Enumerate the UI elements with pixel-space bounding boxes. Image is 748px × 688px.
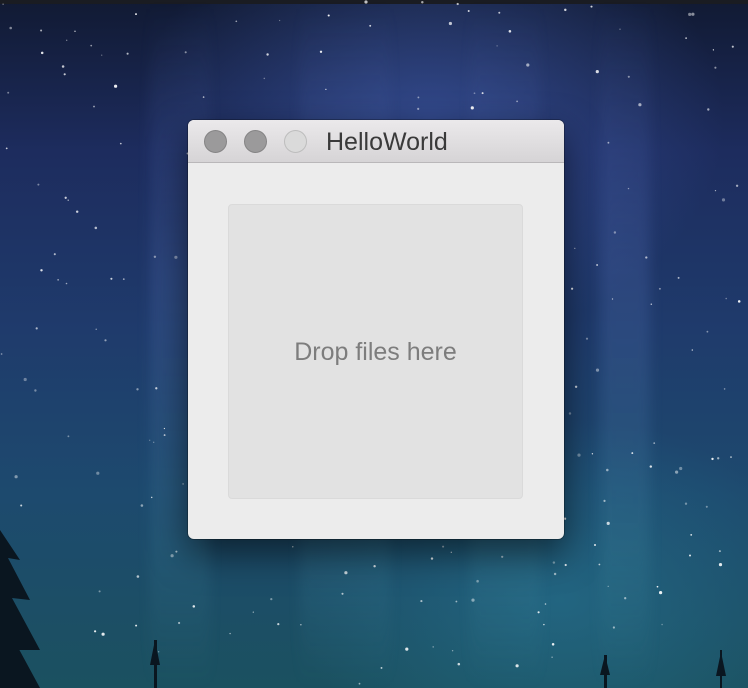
window-title: HelloWorld	[326, 128, 448, 156]
close-button[interactable]	[204, 130, 227, 153]
window-content: Drop files here	[188, 163, 564, 539]
title-bar[interactable]: HelloWorld	[188, 120, 564, 163]
desktop: HelloWorld Drop files here	[0, 0, 748, 688]
file-drop-zone[interactable]: Drop files here	[228, 204, 523, 499]
app-window: HelloWorld Drop files here	[188, 120, 564, 539]
drop-zone-label: Drop files here	[294, 337, 457, 366]
zoom-button[interactable]	[284, 130, 307, 153]
minimize-button[interactable]	[244, 130, 267, 153]
